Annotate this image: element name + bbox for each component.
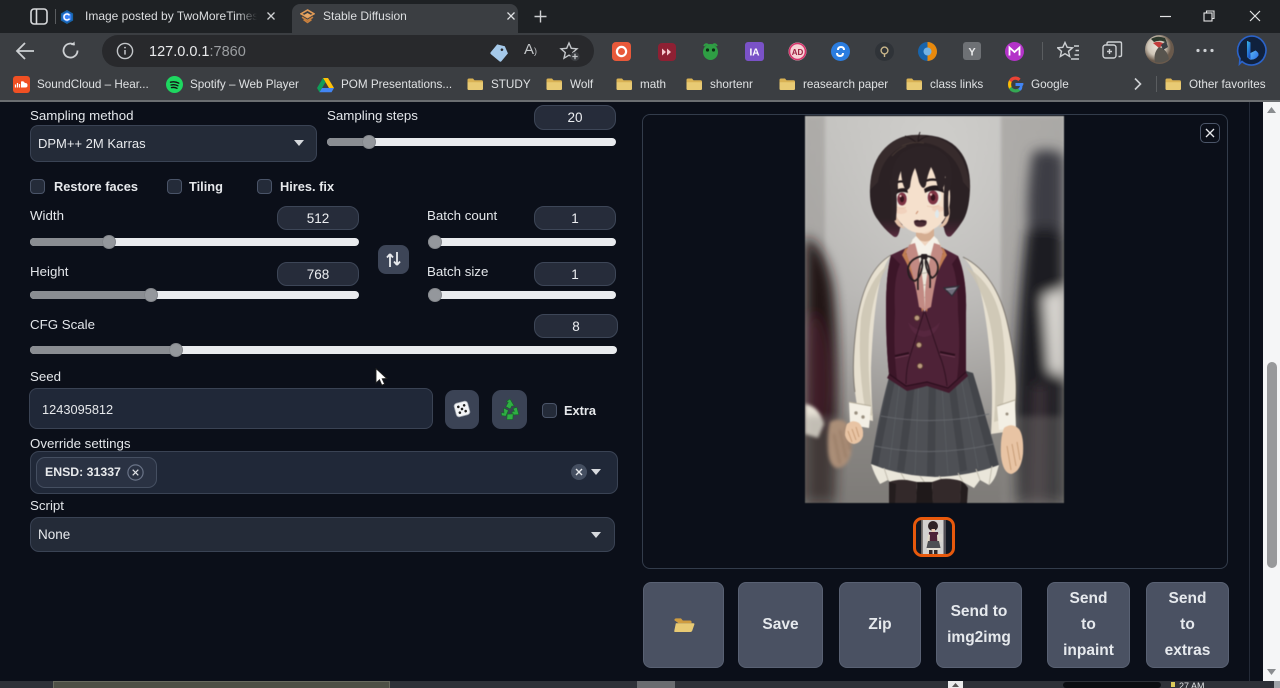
svg-text:Y: Y	[968, 47, 976, 59]
svg-text:IA: IA	[750, 48, 760, 59]
svg-text:AD: AD	[792, 48, 804, 57]
